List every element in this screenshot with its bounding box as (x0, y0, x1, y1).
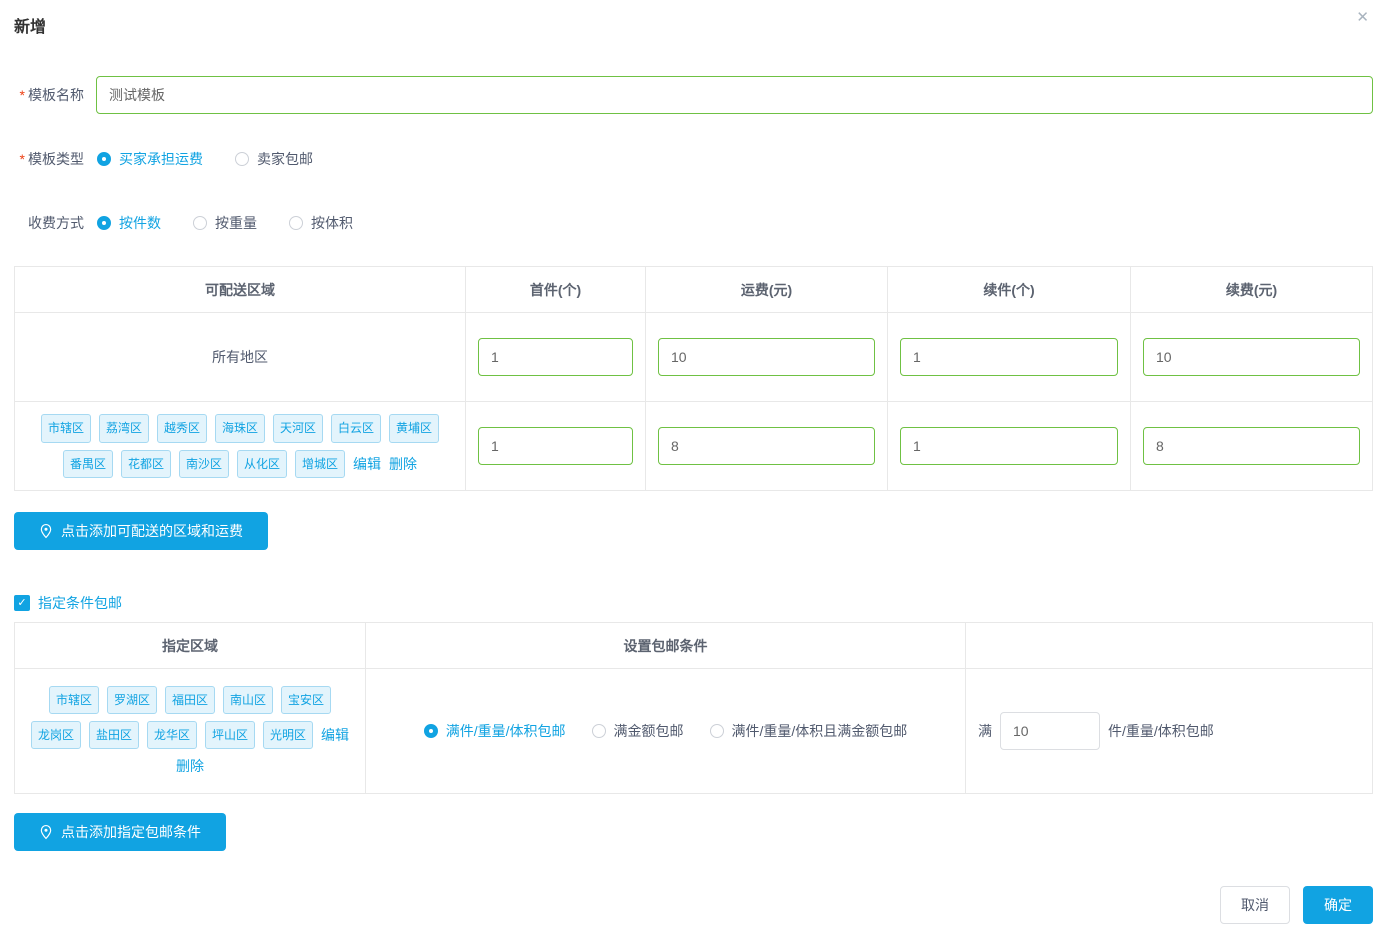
charge-method-label: 收费方式 (14, 213, 84, 233)
radio-icon (424, 724, 438, 738)
close-icon[interactable]: ✕ (1356, 10, 1369, 25)
radio-qty-and-amount-free[interactable]: 满件/重量/体积且满金额包邮 (710, 721, 908, 741)
region-tag[interactable]: 宝安区 (281, 686, 331, 714)
template-type-row: *模板类型 买家承担运费 卖家包邮 (14, 149, 1373, 169)
additional-qty-input[interactable] (900, 427, 1118, 465)
region-tag[interactable]: 越秀区 (157, 414, 207, 442)
shipping-fee-input[interactable] (658, 338, 875, 376)
col-header-empty (966, 623, 1372, 668)
col-header-condition: 设置包邮条件 (366, 623, 966, 668)
additional-qty-input[interactable] (900, 338, 1118, 376)
table-header-row: 指定区域 设置包邮条件 (15, 623, 1372, 668)
edit-link[interactable]: 编辑 (353, 454, 381, 474)
region-tag[interactable]: 龙岗区 (31, 721, 81, 749)
region-tag[interactable]: 南山区 (223, 686, 273, 714)
conditional-free-shipping-checkbox[interactable]: ✓ 指定条件包邮 (14, 593, 122, 613)
additional-fee-input[interactable] (1143, 338, 1360, 376)
free-shipping-condition-table: 指定区域 设置包邮条件 市辖区罗湖区福田区南山区宝安区龙岗区盐田区龙华区坪山区光… (14, 622, 1373, 794)
region-tag[interactable]: 龙华区 (147, 721, 197, 749)
edit-link[interactable]: 编辑 (321, 725, 349, 745)
location-pin-icon (39, 824, 53, 840)
region-tag[interactable]: 坪山区 (205, 721, 255, 749)
threshold-prefix-label: 满 (978, 721, 992, 741)
radio-icon (289, 216, 303, 230)
region-tag[interactable]: 市辖区 (41, 414, 91, 442)
table-row: 所有地区 (15, 312, 1372, 401)
radio-by-weight[interactable]: 按重量 (193, 213, 257, 233)
dialog-footer: 取消 确定 (1220, 886, 1373, 924)
template-name-input[interactable] (96, 76, 1373, 114)
table-row: 市辖区罗湖区福田区南山区宝安区龙岗区盐田区龙华区坪山区光明区 编辑 删除 满件/… (15, 668, 1372, 793)
add-region-fee-button[interactable]: 点击添加可配送的区域和运费 (14, 512, 268, 550)
template-type-label: *模板类型 (14, 149, 84, 169)
region-tag[interactable]: 罗湖区 (107, 686, 157, 714)
region-tag[interactable]: 盐田区 (89, 721, 139, 749)
col-header-region: 可配送区域 (15, 267, 466, 312)
region-tag[interactable]: 增城区 (295, 450, 345, 478)
col-header-first-qty: 首件(个) (466, 267, 646, 312)
table-header-row: 可配送区域 首件(个) 运费(元) 续件(个) 续费(元) (15, 267, 1372, 312)
first-qty-input[interactable] (478, 338, 633, 376)
charge-method-radio-group: 按件数 按重量 按体积 (97, 213, 385, 233)
delete-link[interactable]: 删除 (176, 756, 204, 776)
col-header-additional-fee: 续费(元) (1131, 267, 1372, 312)
first-qty-input[interactable] (478, 427, 633, 465)
radio-icon (592, 724, 606, 738)
radio-icon (97, 216, 111, 230)
confirm-button[interactable]: 确定 (1303, 886, 1373, 924)
delete-link[interactable]: 删除 (389, 454, 417, 474)
radio-icon (193, 216, 207, 230)
checkbox-icon: ✓ (14, 595, 30, 611)
radio-seller-free-shipping[interactable]: 卖家包邮 (235, 149, 313, 169)
cancel-button[interactable]: 取消 (1220, 886, 1290, 924)
required-asterisk: * (20, 151, 25, 167)
radio-qty-weight-volume-free[interactable]: 满件/重量/体积包邮 (424, 721, 566, 741)
template-name-label: *模板名称 (14, 85, 84, 105)
template-type-radio-group: 买家承担运费 卖家包邮 (97, 149, 345, 169)
location-pin-icon (39, 523, 53, 539)
dialog-header: 新增 ✕ (14, 0, 1373, 33)
region-tag[interactable]: 福田区 (165, 686, 215, 714)
col-header-additional-qty: 续件(个) (888, 267, 1131, 312)
region-tag[interactable]: 从化区 (237, 450, 287, 478)
condition-radio-group: 满件/重量/体积包邮 满金额包邮 满件/重量/体积且满金额包邮 (366, 669, 966, 793)
radio-amount-free[interactable]: 满金额包邮 (592, 721, 684, 741)
radio-icon (97, 152, 111, 166)
charge-method-row: 收费方式 按件数 按重量 按体积 (14, 213, 1373, 233)
region-tag[interactable]: 白云区 (331, 414, 381, 442)
col-header-specified-region: 指定区域 (15, 623, 366, 668)
add-free-shipping-condition-button[interactable]: 点击添加指定包邮条件 (14, 813, 226, 851)
region-tag[interactable]: 市辖区 (49, 686, 99, 714)
template-name-row: *模板名称 (14, 76, 1373, 114)
threshold-value-input[interactable] (1000, 712, 1100, 750)
region-tag[interactable]: 黄埔区 (389, 414, 439, 442)
dialog-title: 新增 (14, 13, 46, 37)
region-tag[interactable]: 天河区 (273, 414, 323, 442)
col-header-shipping-fee: 运费(元) (646, 267, 888, 312)
radio-buyer-pays-shipping[interactable]: 买家承担运费 (97, 149, 203, 169)
add-template-dialog: 新增 ✕ *模板名称 *模板类型 买家承担运费 卖家包邮 收费方式 按件数 (0, 0, 1387, 931)
region-tag[interactable]: 海珠区 (215, 414, 265, 442)
region-tag[interactable]: 光明区 (263, 721, 313, 749)
region-all-label: 所有地区 (212, 347, 268, 367)
radio-by-piece[interactable]: 按件数 (97, 213, 161, 233)
shipping-rate-table: 可配送区域 首件(个) 运费(元) 续件(个) 续费(元) 所有地区 市辖区荔湾… (14, 266, 1373, 491)
shipping-fee-input[interactable] (658, 427, 875, 465)
radio-by-volume[interactable]: 按体积 (289, 213, 353, 233)
threshold-cell: 满 件/重量/体积包邮 (966, 669, 1372, 793)
region-tag[interactable]: 荔湾区 (99, 414, 149, 442)
radio-icon (710, 724, 724, 738)
additional-fee-input[interactable] (1143, 427, 1360, 465)
required-asterisk: * (20, 87, 25, 103)
region-tag[interactable]: 南沙区 (179, 450, 229, 478)
region-tag[interactable]: 番禺区 (63, 450, 113, 478)
region-tag[interactable]: 花都区 (121, 450, 171, 478)
threshold-suffix-label: 件/重量/体积包邮 (1108, 721, 1214, 741)
table-row: 市辖区荔湾区越秀区海珠区天河区白云区黄埔区番禺区花都区南沙区从化区增城区 编辑 … (15, 401, 1372, 490)
radio-icon (235, 152, 249, 166)
